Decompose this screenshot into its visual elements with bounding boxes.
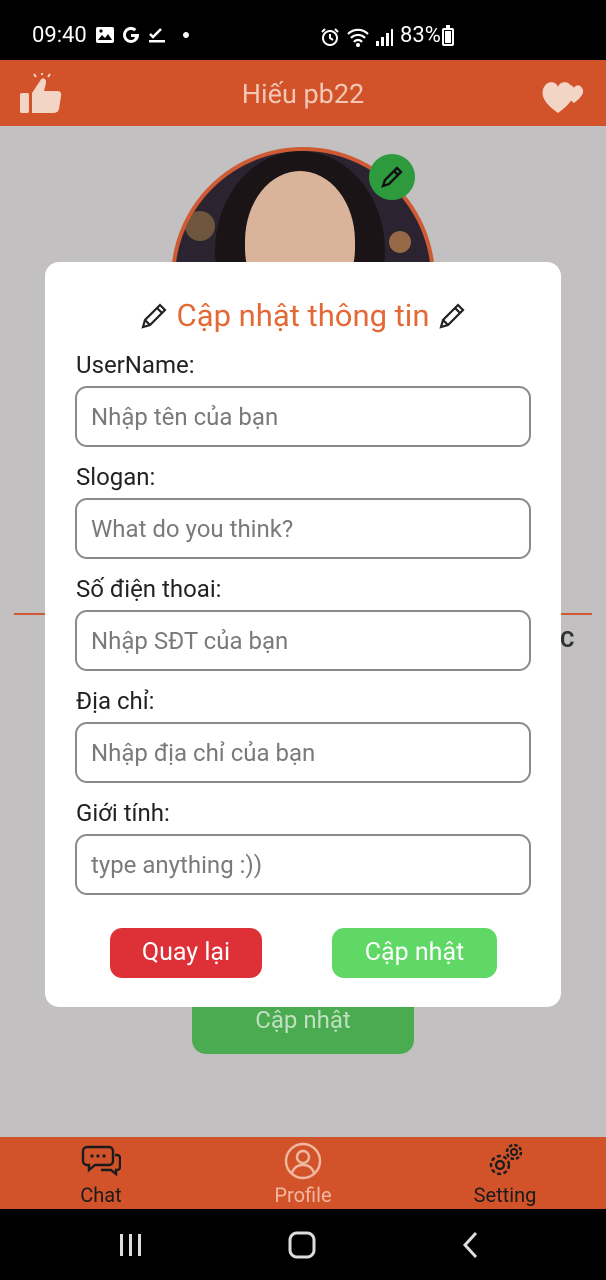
back-button[interactable]: Quay lại — [110, 928, 262, 978]
battery-percentage: 83% — [400, 23, 441, 48]
username-input[interactable] — [75, 386, 531, 447]
more-notifications-dot — [183, 32, 189, 38]
nav-item-profile[interactable]: Profile — [233, 1137, 373, 1209]
chat-bubbles-icon — [81, 1145, 121, 1177]
back-icon[interactable] — [452, 1229, 492, 1261]
user-circle-icon — [284, 1142, 322, 1180]
system-nav-bar — [0, 1209, 606, 1280]
status-time: 09:40 — [32, 23, 87, 48]
phone-input[interactable] — [75, 610, 531, 671]
bottom-nav: Chat Profile Setting — [0, 1137, 606, 1209]
image-icon — [96, 27, 114, 43]
slogan-input[interactable] — [75, 498, 531, 559]
slogan-label: Slogan: — [76, 463, 156, 491]
nav-label-profile: Profile — [274, 1183, 332, 1207]
notification-icons — [95, 25, 189, 45]
pencil-icon — [140, 303, 167, 329]
pencil-icon — [381, 166, 403, 188]
home-icon[interactable] — [282, 1229, 322, 1261]
signal-icon — [376, 29, 393, 46]
edit-avatar-button — [369, 154, 415, 200]
google-icon — [123, 26, 139, 43]
recent-apps-icon[interactable] — [110, 1229, 150, 1261]
divider-right — [560, 613, 592, 615]
pencil-icon — [439, 303, 466, 329]
alarm-icon — [321, 28, 339, 46]
phone-label: Số điện thoai: — [76, 575, 222, 603]
address-input[interactable] — [75, 722, 531, 783]
address-label: Địa chỉ: — [76, 687, 155, 715]
app-title: Hiếu pb22 — [241, 78, 365, 110]
app-bar: Hiếu pb22 — [0, 60, 606, 126]
divider-left — [14, 613, 46, 615]
background-text: C — [560, 628, 575, 653]
nav-label-chat: Chat — [80, 1183, 122, 1207]
tasks-icon — [149, 28, 165, 43]
gears-icon — [489, 1143, 523, 1176]
battery-icon — [442, 25, 454, 46]
dialog-title-text: Cập nhật thông tin — [176, 297, 430, 334]
wifi-icon — [347, 28, 369, 47]
gender-label: Giới tính: — [76, 799, 170, 827]
gender-input[interactable] — [75, 834, 531, 895]
hearts-icon[interactable] — [540, 73, 588, 117]
username-label: UserName: — [76, 351, 195, 379]
dialog-title: Cập nhật thông tin — [0, 296, 606, 336]
status-bar: 09:40 83% — [0, 0, 606, 60]
update-button[interactable]: Cập nhật — [332, 928, 497, 978]
nav-item-chat[interactable]: Chat — [31, 1137, 171, 1209]
nav-label-setting: Setting — [473, 1183, 537, 1207]
nav-item-setting[interactable]: Setting — [435, 1137, 575, 1209]
